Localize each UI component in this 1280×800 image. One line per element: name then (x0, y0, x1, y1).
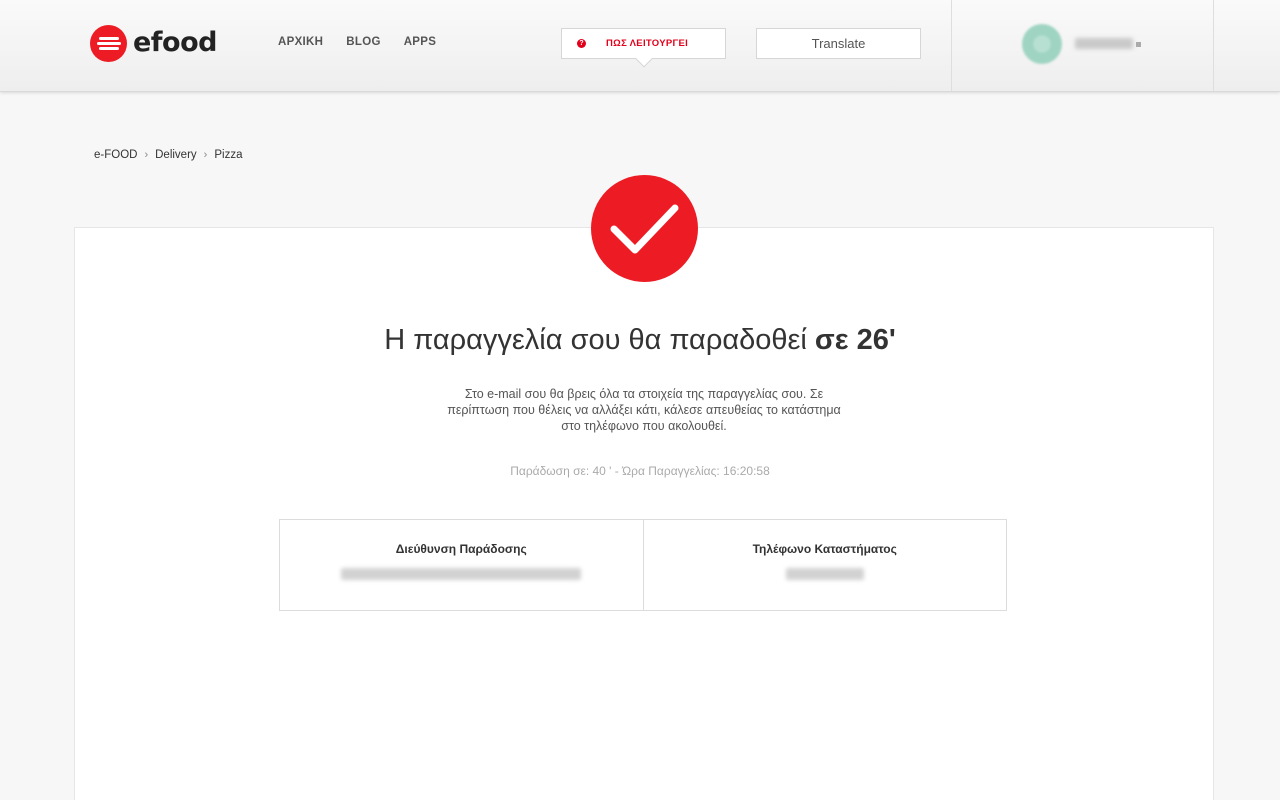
confirmation-description: Στο e-mail σου θα βρεις όλα τα στοιχεία … (447, 387, 841, 433)
user-menu-caret-icon[interactable] (1136, 42, 1141, 47)
translate-button[interactable]: Translate (756, 28, 921, 59)
dropdown-pointer (635, 50, 653, 68)
confirmation-card (74, 227, 1214, 800)
user-avatar[interactable] (1022, 24, 1062, 64)
breadcrumb-efood[interactable]: e-FOOD (94, 149, 137, 161)
breadcrumb-pizza[interactable]: Pizza (214, 149, 242, 161)
header-divider (951, 0, 952, 91)
header-divider (1213, 0, 1214, 91)
breadcrumb-separator-icon: › (203, 149, 208, 161)
fork-logo-icon (90, 24, 127, 62)
main-nav: ΑΡΧΙΚΗ BLOG APPS (278, 36, 436, 48)
logo-text: efood (133, 27, 217, 58)
headline-text: Η παραγγελία σου θα παραδοθεί (384, 324, 815, 356)
delivery-address-section: Διεύθυνση Παράδοσης (280, 520, 643, 610)
order-info-box: Διεύθυνση Παράδοσης Τηλέφωνο Καταστήματο… (279, 519, 1007, 611)
delivery-address-title: Διεύθυνση Παράδοσης (395, 542, 527, 556)
how-it-works-label: ΠΩΣ ΛΕΙΤΟΥΡΓΕΙ (606, 38, 689, 49)
delivery-address-redacted (341, 568, 582, 580)
how-it-works-button[interactable]: ? ΠΩΣ ΛΕΙΤΟΥΡΓΕΙ (561, 28, 726, 68)
store-phone-title: Τηλέφωνο Καταστήματος (752, 542, 897, 556)
top-header: efood ΑΡΧΙΚΗ BLOG APPS ? ΠΩΣ ΛΕΙΤΟΥΡΓΕΙ … (0, 0, 1280, 92)
efood-logo[interactable]: efood (90, 24, 217, 62)
success-check-icon (591, 175, 698, 282)
store-phone-section: Τηλέφωνο Καταστήματος (642, 520, 1007, 610)
user-name-redacted[interactable] (1075, 38, 1133, 49)
breadcrumb-delivery[interactable]: Delivery (155, 149, 197, 161)
store-phone-redacted (785, 568, 864, 580)
nav-home[interactable]: ΑΡΧΙΚΗ (278, 36, 323, 48)
breadcrumb-separator-icon: › (144, 149, 149, 161)
delivery-headline: Η παραγγελία σου θα παραδοθεί σε 26' (0, 324, 1280, 357)
headline-time: σε 26' (814, 324, 896, 356)
nav-blog[interactable]: BLOG (346, 36, 380, 48)
question-icon: ? (577, 39, 586, 48)
breadcrumb: e-FOOD › Delivery › Pizza (94, 149, 242, 161)
nav-apps[interactable]: APPS (404, 36, 437, 48)
order-meta: Παράδωση σε: 40 ' - Ώρα Παραγγελίας: 16:… (510, 464, 770, 478)
